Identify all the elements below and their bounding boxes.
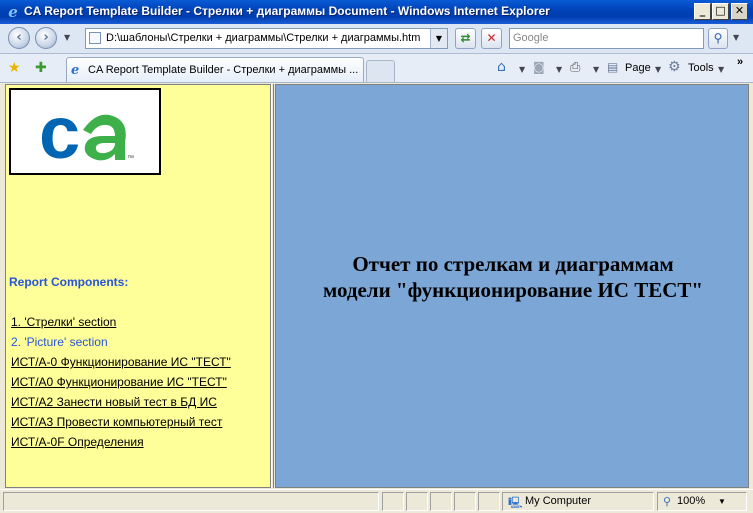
link-ist-a-0f[interactable]: ИСТ/A-0F Определения (11, 435, 144, 449)
computer-icon: 🖳 (508, 497, 523, 509)
stop-button[interactable]: ✕ (481, 28, 502, 49)
page-dropdown-icon[interactable]: ▼ (655, 65, 661, 74)
forward-button[interactable]: › (35, 27, 57, 49)
forward-arrow-icon: › (43, 30, 49, 45)
list-item: 1. 'Стрелки' section (11, 315, 231, 335)
heading-line-2: модели "функционирование ИС ТЕСТ" (322, 278, 704, 302)
gear-icon: ⚙ (668, 59, 681, 75)
minimize-button[interactable]: _ (694, 3, 711, 20)
status-bar: 🖳 My Computer ⚲ 100% ▼ (0, 489, 753, 513)
page-icon (89, 32, 101, 44)
frame-splitter[interactable] (271, 84, 274, 488)
tab-bar: ★ ✚ e CA Report Template Builder - Стрел… (0, 54, 753, 83)
ca-logo-graphic: c ™ (39, 91, 134, 174)
link-ist-a-0[interactable]: ИСТ/A-0 Функционирование ИС "ТЕСТ" (11, 355, 231, 369)
back-button[interactable]: ‹ (8, 27, 30, 49)
status-pane (430, 492, 452, 511)
zoom-dropdown-icon[interactable]: ▼ (718, 497, 726, 506)
search-icon: ⚲ (713, 31, 723, 45)
title-bar: e CA Report Template Builder - Стрелки +… (0, 0, 753, 24)
maximize-button[interactable]: □ (712, 3, 729, 20)
list-item: ИСТ/A2 Занести новый тест в БД ИС (11, 395, 231, 415)
status-pane (478, 492, 500, 511)
close-button[interactable]: ✕ (731, 3, 748, 20)
print-dropdown-icon[interactable]: ▼ (593, 65, 599, 74)
link-ist-a0[interactable]: ИСТ/A0 Функционирование ИС "ТЕСТ" (11, 375, 227, 389)
window-title: CA Report Template Builder - Стрелки + д… (24, 4, 550, 18)
chevron-more-icon[interactable]: » (737, 56, 743, 68)
report-components-title: Report Components: (9, 275, 129, 289)
components-list: 1. 'Стрелки' section 2. 'Picture' sectio… (11, 315, 231, 455)
page-menu[interactable]: Page (625, 62, 651, 74)
new-tab-button[interactable] (366, 60, 395, 82)
ca-logo-tm: ™ (127, 155, 134, 162)
tools-dropdown-icon[interactable]: ▼ (718, 65, 724, 74)
list-item: ИСТ/A0 Функционирование ИС "ТЕСТ" (11, 375, 231, 395)
list-item: 2. 'Picture' section (11, 335, 231, 355)
ie-icon: e (71, 63, 80, 78)
navigation-bar: ‹ › ▼ D:\шаблоны\Стрелки + диаграммы\Стр… (0, 24, 753, 54)
refresh-icon: ⇄ (460, 31, 471, 45)
search-options-icon[interactable]: ▼ (733, 33, 739, 42)
add-favorites-icon[interactable]: ✚ (35, 60, 47, 76)
feeds-dropdown-icon[interactable]: ▼ (556, 65, 562, 74)
security-zone: My Computer (525, 495, 592, 507)
print-icon[interactable]: ⎙ (570, 60, 580, 75)
list-item: ИСТ/A-0 Функционирование ИС "ТЕСТ" (11, 355, 231, 375)
history-dropdown-icon[interactable]: ▼ (64, 33, 70, 42)
feeds-icon[interactable]: ◙ (533, 60, 545, 74)
right-frame: Отчет по стрелкам и диаграммам модели "ф… (275, 84, 749, 488)
zoom-icon: ⚲ (663, 496, 672, 508)
stop-icon: ✕ (486, 31, 497, 45)
report-heading: Отчет по стрелкам и диаграммам модели "ф… (276, 251, 750, 303)
link-picture-section[interactable]: 2. 'Picture' section (11, 335, 108, 349)
tools-menu[interactable]: Tools (688, 62, 714, 74)
page-menu-icon: ▤ (607, 60, 619, 74)
status-pane (406, 492, 428, 511)
link-strelki-section[interactable]: 1. 'Стрелки' section (11, 315, 116, 329)
ca-logo-text-c: c (39, 91, 80, 173)
status-pane (454, 492, 476, 511)
zoom-level[interactable]: 100% (677, 495, 705, 507)
refresh-button[interactable]: ⇄ (455, 28, 476, 49)
home-dropdown-icon[interactable]: ▼ (519, 65, 525, 74)
tab-report[interactable]: e CA Report Template Builder - Стрелки +… (66, 57, 364, 82)
link-ist-a2[interactable]: ИСТ/A2 Занести новый тест в БД ИС (11, 395, 217, 409)
home-icon[interactable]: ⌂ (497, 59, 506, 75)
favorites-star-icon[interactable]: ★ (8, 60, 21, 76)
back-arrow-icon: ‹ (16, 30, 22, 45)
search-input[interactable]: Google (509, 28, 704, 49)
tab-label: CA Report Template Builder - Стрелки + д… (88, 64, 359, 76)
ca-logo: c ™ (9, 88, 161, 175)
status-pane (382, 492, 404, 511)
ie-icon: e (8, 3, 18, 21)
heading-line-1: Отчет по стрелкам и диаграммам (352, 252, 674, 276)
left-frame: c ™ Report Components: 1. 'Стрелки' sect… (5, 84, 271, 488)
address-input[interactable]: D:\шаблоны\Стрелки + диаграммы\Стрелки +… (106, 32, 420, 44)
page-content: c ™ Report Components: 1. 'Стрелки' sect… (0, 84, 753, 488)
list-item: ИСТ/A3 Провести компьютерный тест (11, 415, 231, 435)
list-item: ИСТ/A-0F Определения (11, 435, 231, 455)
search-button[interactable]: ⚲ (708, 28, 728, 49)
address-dropdown-icon[interactable]: ▼ (430, 29, 447, 48)
ca-logo-a-shape (83, 114, 126, 161)
status-text-pane (3, 492, 379, 511)
address-bar[interactable]: D:\шаблоны\Стрелки + диаграммы\Стрелки +… (85, 28, 448, 49)
link-ist-a3[interactable]: ИСТ/A3 Провести компьютерный тест (11, 415, 222, 429)
